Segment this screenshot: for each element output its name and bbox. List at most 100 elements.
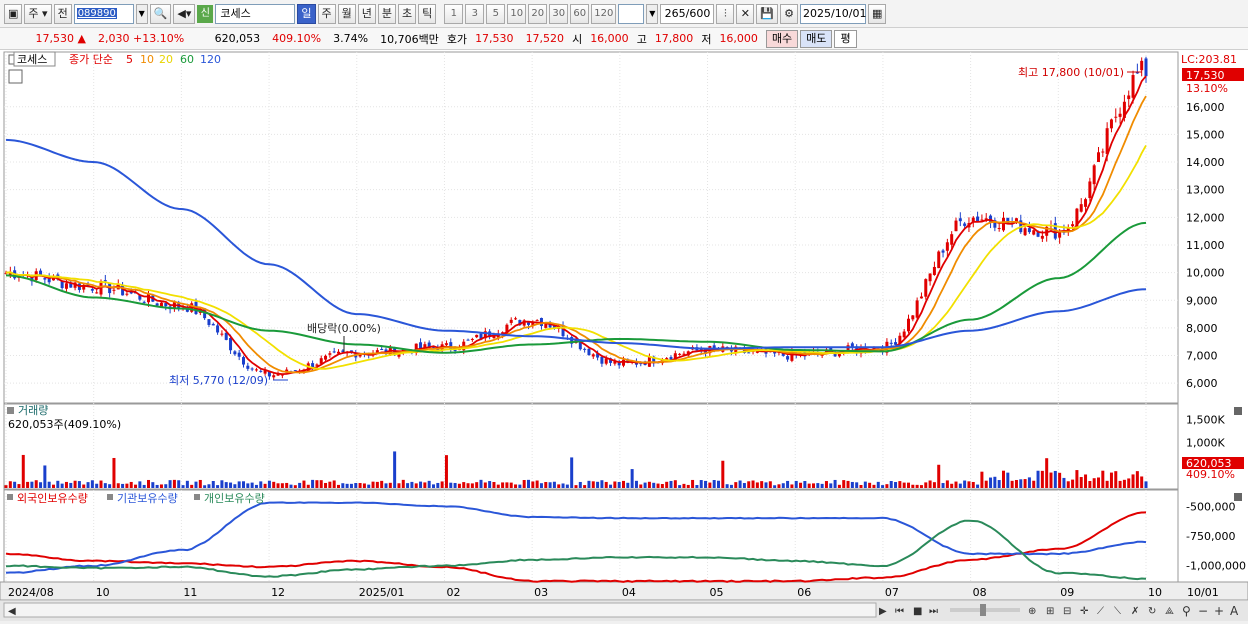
candle-body xyxy=(90,289,94,291)
open-price: 16,000 xyxy=(590,32,629,45)
plus-icon[interactable]: + xyxy=(1214,604,1224,618)
timeframe-year[interactable]: 년 xyxy=(357,3,376,24)
candle-body xyxy=(1079,204,1083,212)
volume-bar xyxy=(470,483,474,488)
layout-icon[interactable]: ▣ xyxy=(4,3,23,24)
volume-bar xyxy=(596,481,600,488)
volume-bar xyxy=(729,484,733,488)
horizontal-scrollbar[interactable] xyxy=(3,602,877,618)
ruler-icon[interactable]: ⟋ xyxy=(1097,606,1104,617)
candle-body xyxy=(250,368,254,370)
interval-20[interactable]: 20 xyxy=(528,3,548,24)
candle-type-icon[interactable]: ⫶ xyxy=(716,3,735,24)
volume-bar xyxy=(380,480,384,488)
volume-bar xyxy=(574,485,578,488)
timeframe-second[interactable]: 초 xyxy=(398,3,417,24)
stock-name-field[interactable]: 코세스 xyxy=(215,3,296,24)
split-icon[interactable]: ⟁ xyxy=(1165,606,1174,617)
timeframe-day[interactable]: 일 xyxy=(297,3,316,24)
speaker-icon[interactable]: ◀▾ xyxy=(173,3,196,24)
play-forward-icon[interactable]: ⏭ xyxy=(929,606,938,617)
ma-legend-20: 20 xyxy=(159,53,173,66)
candle-body xyxy=(747,352,751,354)
timeframe-tick[interactable]: 틱 xyxy=(418,3,437,24)
interval-60[interactable]: 60 xyxy=(570,3,590,24)
interval-10[interactable]: 10 xyxy=(507,3,527,24)
volume-bar xyxy=(432,484,435,488)
volume-panel-icon[interactable] xyxy=(7,407,14,414)
minus-icon[interactable]: − xyxy=(1198,604,1208,618)
interval-3[interactable]: 3 xyxy=(465,3,485,24)
x-axis-label: 03 xyxy=(534,586,548,599)
interval-5[interactable]: 5 xyxy=(486,3,506,24)
x-axis-label: 07 xyxy=(885,586,899,599)
count-display[interactable]: 265/600 xyxy=(660,3,715,24)
trend-icon[interactable]: ✗ xyxy=(1131,606,1139,617)
volume-bar xyxy=(812,483,815,488)
search-chart-icon[interactable]: ⊕ xyxy=(1028,606,1036,617)
interval-30[interactable]: 30 xyxy=(549,3,569,24)
volume-bar xyxy=(125,483,129,488)
volume-bar xyxy=(1079,477,1083,488)
holdings-panel-close-icon[interactable] xyxy=(1234,493,1242,501)
volume-bar xyxy=(578,481,582,488)
zoom-slider-handle[interactable] xyxy=(980,604,986,616)
date-input[interactable]: 2025/10/01 xyxy=(800,3,866,24)
scroll-left-icon[interactable]: ◀ xyxy=(8,606,16,617)
fib-icon[interactable]: ⟍ xyxy=(1114,606,1121,617)
timeframe-month[interactable]: 월 xyxy=(337,3,356,24)
timeframe-minute[interactable]: 분 xyxy=(377,3,396,24)
volume-bar xyxy=(786,480,790,488)
scroll-right-icon[interactable]: ▶ xyxy=(879,606,887,617)
candle-body xyxy=(924,279,928,297)
search-icon[interactable]: 🔍 xyxy=(149,3,172,24)
volume-bar xyxy=(272,481,276,488)
prev-button[interactable]: 전 xyxy=(53,3,72,24)
chart-area[interactable]: 16,000 15,000 14,000 13,000 12,000 11,000 10,0… xyxy=(0,50,1248,621)
sell-button[interactable]: 매도 xyxy=(800,29,833,48)
timeframe-week[interactable]: 주 xyxy=(317,3,336,24)
magnifier-icon[interactable]: ⚲ xyxy=(1182,604,1191,618)
zoom-in-icon[interactable]: ⊞ xyxy=(1046,606,1054,617)
custom-interval-input[interactable] xyxy=(618,3,645,24)
volume-bar xyxy=(423,482,427,488)
play-back-icon[interactable]: ⏮ xyxy=(895,606,904,617)
eval-button[interactable]: 평 xyxy=(834,29,857,48)
volume-bar xyxy=(915,484,919,488)
calendar-icon[interactable]: ▦ xyxy=(868,3,887,24)
crosshair-icon[interactable]: ✕ xyxy=(736,3,755,24)
volume-bar xyxy=(345,483,349,488)
volume-bar xyxy=(142,484,146,488)
volume-bar xyxy=(4,485,8,488)
interval-120[interactable]: 120 xyxy=(591,3,617,24)
interval-dropdown-icon[interactable]: ▼ xyxy=(646,3,659,24)
stock-code-input[interactable]: 089890 xyxy=(73,3,134,24)
interval-1[interactable]: 1 xyxy=(444,3,464,24)
stop-icon[interactable]: ■ xyxy=(913,606,922,617)
volume-bar xyxy=(492,481,496,488)
volume-bar xyxy=(1053,470,1057,488)
period-type-select[interactable]: 주 ▾ xyxy=(24,3,52,24)
chart-canvas[interactable]: 16,000 15,000 14,000 13,000 12,000 11,000 10,0… xyxy=(0,50,1248,621)
cursor-icon[interactable]: ✛ xyxy=(1080,606,1089,617)
volume-bar xyxy=(341,483,345,488)
candle-body xyxy=(915,300,919,318)
save-icon[interactable]: 💾 xyxy=(756,3,779,24)
buy-button[interactable]: 매수 xyxy=(765,29,799,48)
font-size-icon[interactable]: A xyxy=(1230,604,1239,618)
code-dropdown-icon[interactable]: ▼ xyxy=(135,3,148,24)
gear-icon[interactable]: ⚙ xyxy=(780,3,799,24)
lc-label: LC:203.81 xyxy=(1181,53,1237,66)
calculator-icon[interactable] xyxy=(8,69,23,84)
volume-bar xyxy=(747,481,751,488)
zoom-out-icon[interactable]: ⊟ xyxy=(1063,606,1071,617)
volume-bar xyxy=(1127,478,1131,488)
candle-body xyxy=(95,292,99,294)
volume-bar xyxy=(868,482,872,488)
candle-body xyxy=(211,323,215,326)
refresh-icon[interactable]: ↻ xyxy=(1148,606,1156,617)
volume-bar xyxy=(276,483,280,488)
volume-panel-close-icon[interactable] xyxy=(1234,407,1242,415)
volume-bar xyxy=(224,482,228,488)
volume-bar xyxy=(976,484,980,488)
